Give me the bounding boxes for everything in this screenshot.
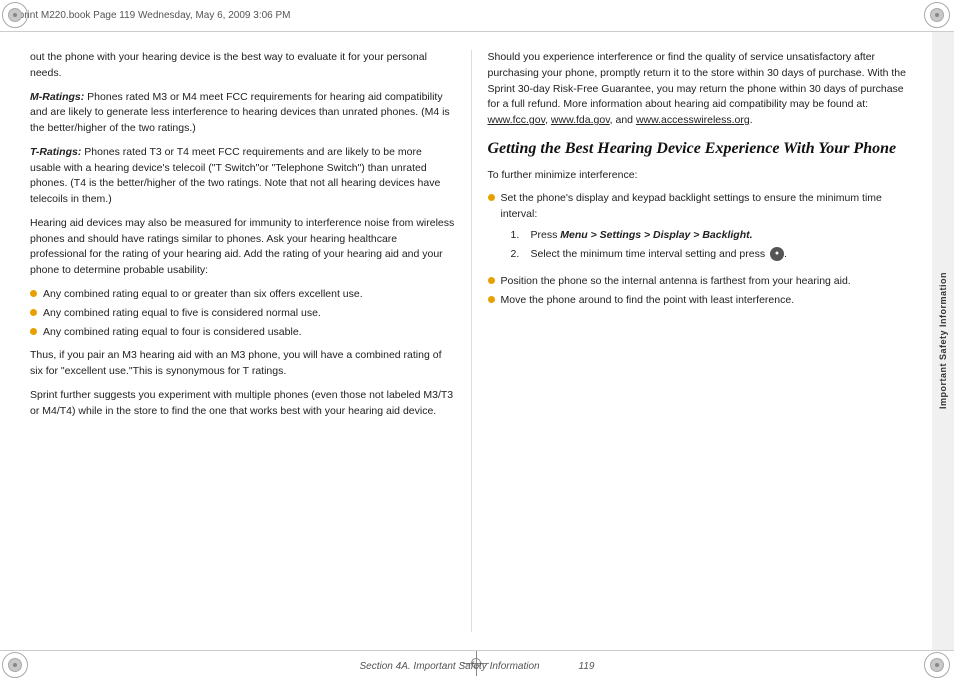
right-intro-para: Should you experience interference or fi… (488, 50, 913, 129)
right-bullet-dot-1 (488, 194, 495, 201)
bullet-item-3: Any combined rating equal to four is con… (30, 325, 455, 340)
link-fcc: www.fcc.gov (488, 114, 546, 126)
step-list: 1. Press Menu > Settings > Display > Bac… (511, 228, 913, 262)
right-bullet-2: Position the phone so the internal anten… (488, 274, 913, 289)
header-bar: Sprint M220.book Page 119 Wednesday, May… (0, 0, 954, 32)
right-bullet-dot-3 (488, 296, 495, 303)
thus-para: Thus, if you pair an M3 hearing aid with… (30, 348, 455, 380)
link-accesswireless: www.accesswireless.org (636, 114, 750, 126)
m-ratings-label: M-Ratings: (30, 91, 84, 103)
right-column: Should you experience interference or fi… (472, 32, 929, 650)
corner-mark-tl (2, 2, 30, 30)
t-ratings-para: T-Ratings: Phones rated T3 or T4 meet FC… (30, 145, 455, 208)
m-ratings-text: Phones rated M3 or M4 meet FCC requireme… (30, 91, 450, 135)
step-2: 2. Select the minimum time interval sett… (511, 247, 913, 262)
bullet-item-1: Any combined rating equal to or greater … (30, 287, 455, 302)
content-area: out the phone with your hearing device i… (10, 32, 928, 650)
intro-text: out the phone with your hearing device i… (30, 50, 455, 82)
t-ratings-label: T-Ratings: (30, 146, 81, 158)
page-container: Sprint M220.book Page 119 Wednesday, May… (0, 0, 954, 682)
header-text: Sprint M220.book Page 119 Wednesday, May… (12, 10, 291, 21)
right-sidebar: Important Safety Information (932, 32, 954, 650)
right-bullet-3: Move the phone around to find the point … (488, 293, 913, 308)
footer-bar: Section 4A. Important Safety Information… (0, 650, 954, 682)
right-bullet-dot-2 (488, 277, 495, 284)
section-heading: Getting the Best Hearing Device Experien… (488, 139, 913, 160)
m-ratings-para: M-Ratings: Phones rated M3 or M4 meet FC… (30, 90, 455, 137)
right-bullet-1: Set the phone's display and keypad backl… (488, 191, 913, 270)
sprint-para: Sprint further suggests you experiment w… (30, 388, 455, 420)
usability-bullets: Any combined rating equal to or greater … (30, 287, 455, 341)
bullet-dot-2 (30, 309, 37, 316)
bullet-item-2: Any combined rating equal to five is con… (30, 306, 455, 321)
menu-button-icon: ● (770, 247, 784, 261)
right-bullets: Set the phone's display and keypad backl… (488, 191, 913, 308)
left-column: out the phone with your hearing device i… (10, 32, 471, 650)
sidebar-label: Important Safety Information (938, 272, 948, 409)
hearing-aid-para: Hearing aid devices may also be measured… (30, 216, 455, 279)
footer-section-label: Section 4A. Important Safety Information… (360, 661, 595, 672)
bullet-dot-3 (30, 328, 37, 335)
bullet-dot-1 (30, 290, 37, 297)
t-ratings-text: Phones rated T3 or T4 meet FCC requireme… (30, 146, 440, 205)
corner-mark-tr (924, 2, 952, 30)
link-fda: www.fda.gov (551, 114, 610, 126)
step-1: 1. Press Menu > Settings > Display > Bac… (511, 228, 913, 243)
further-minimize-text: To further minimize interference: (488, 168, 913, 184)
